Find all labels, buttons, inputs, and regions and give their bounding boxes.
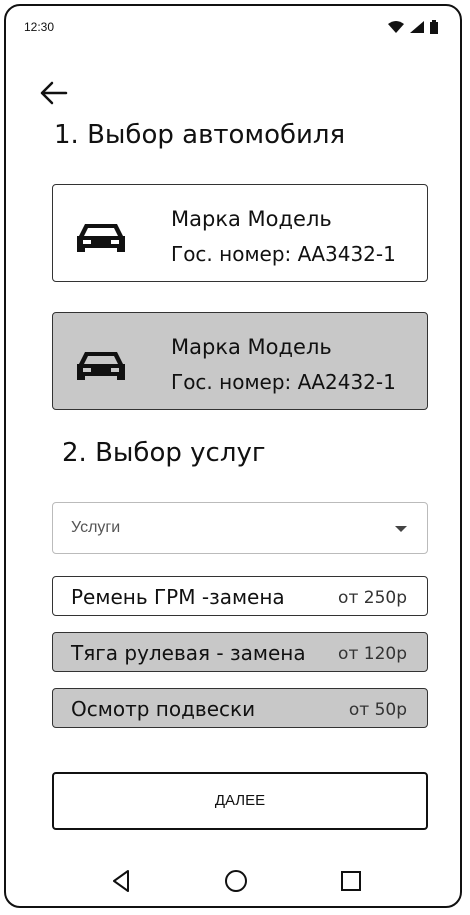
back-arrow-icon[interactable] — [36, 76, 70, 110]
battery-icon — [430, 20, 438, 34]
system-nav-bar — [6, 866, 460, 906]
car-card-2[interactable]: Марка Модель Гос. номер: АА2432-1 — [52, 312, 428, 410]
service-item-2[interactable]: Тяга рулевая - замена от 120р — [52, 632, 428, 672]
nav-back-icon[interactable] — [106, 866, 136, 896]
service-name: Тяга рулевая - замена — [71, 641, 306, 665]
status-time: 12:30 — [24, 20, 55, 34]
service-name: Осмотр подвески — [71, 697, 256, 721]
service-price: от 50р — [348, 700, 407, 720]
phone-frame: 12:30 1. Выбор автомобиля Марка Модель Г… — [4, 4, 462, 908]
services-dropdown[interactable]: Услуги — [52, 502, 428, 554]
nav-recents-icon[interactable] — [336, 866, 366, 896]
service-item-1[interactable]: Ремень ГРМ -замена от 250р — [52, 576, 428, 616]
status-bar: 12:30 — [24, 20, 438, 40]
step1-title: 1. Выбор автомобиля — [54, 120, 346, 150]
nav-home-icon[interactable] — [221, 866, 251, 896]
service-price: от 250р — [338, 588, 407, 608]
service-name: Ремень ГРМ -замена — [71, 585, 285, 609]
wifi-icon — [388, 21, 404, 33]
car-plate: Гос. номер: АА2432-1 — [171, 370, 396, 394]
car-model: Марка Модель — [171, 335, 332, 359]
signal-icon — [410, 21, 424, 33]
car-icon — [77, 352, 125, 380]
step2-title: 2. Выбор услуг — [62, 438, 266, 468]
car-model: Марка Модель — [171, 207, 332, 231]
services-dropdown-placeholder: Услуги — [71, 519, 121, 536]
chevron-down-icon — [395, 526, 407, 532]
next-button[interactable]: ДАЛЕЕ — [52, 772, 428, 830]
car-plate: Гос. номер: АА3432-1 — [171, 242, 396, 266]
service-item-3[interactable]: Осмотр подвески от 50р — [52, 688, 428, 728]
car-card-1[interactable]: Марка Модель Гос. номер: АА3432-1 — [52, 184, 428, 282]
service-price: от 120р — [338, 644, 407, 664]
status-icons — [388, 20, 438, 34]
car-icon — [77, 224, 125, 252]
